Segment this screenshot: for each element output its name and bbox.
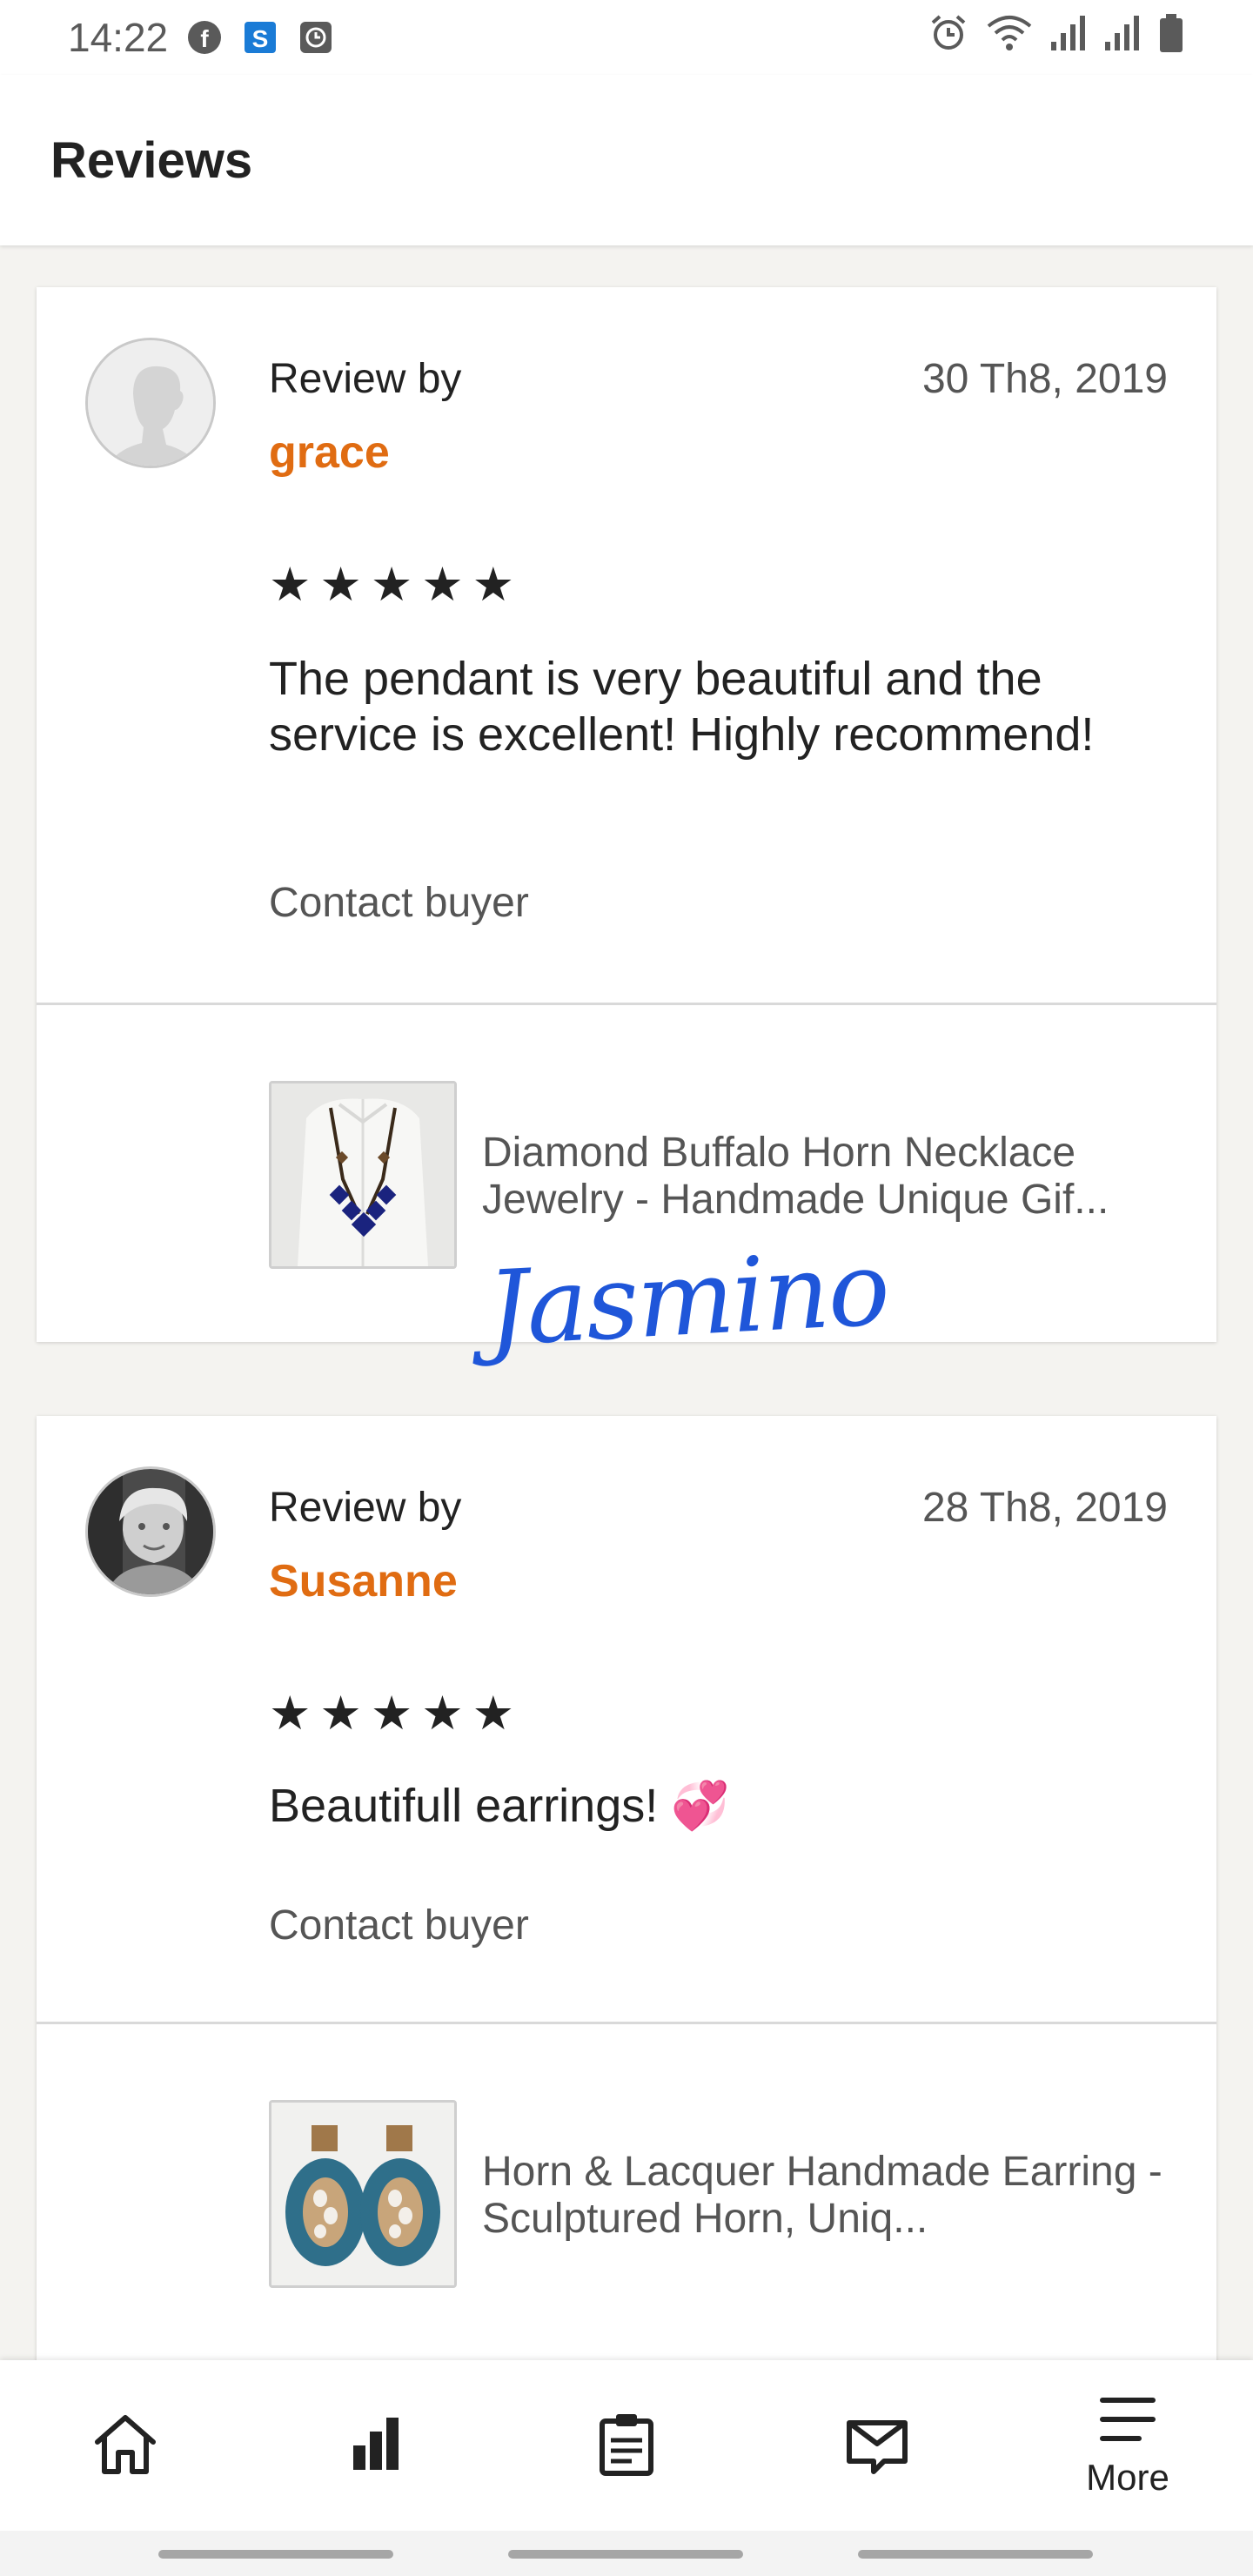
review-date: 30 Th8, 2019 [921,356,1168,402]
product-thumbnail[interactable] [269,1081,457,1269]
signal-icon [1049,12,1088,64]
review-card: Review by grace 30 Th8, 2019 ★★★★★ The p… [37,287,1216,1369]
reviewer-name[interactable]: Susanne [269,1555,458,1607]
star-rating: ★★★★★ [269,1687,524,1740]
star-rating: ★★★★★ [269,559,524,611]
bottom-navigation: More [0,2360,1253,2531]
stats-icon [341,2409,411,2483]
review-date: 28 Th8, 2019 [921,1485,1168,1531]
app-bar: Reviews [0,75,1253,245]
facebook-icon: f [187,20,222,55]
contact-buyer-link[interactable]: Contact buyer [269,1902,529,1949]
gesture-home[interactable] [508,2550,743,2559]
avatar[interactable] [85,338,216,468]
screen: 14:22 f S Reviews Review by grace 30 Th8… [0,0,1253,2576]
nav-messages[interactable] [773,2360,982,2531]
avatar[interactable] [85,1466,216,1597]
status-time: 14:22 [68,15,169,60]
svg-text:S: S [252,25,269,52]
orders-icon [592,2409,661,2483]
home-icon [90,2409,160,2483]
alarm-icon [928,12,969,64]
seller-signature: Jasmino [484,1227,891,1369]
nav-home[interactable] [21,2360,230,2531]
product-title[interactable]: Diamond Buffalo Horn Necklace Jewelry - … [482,1130,1169,1224]
gesture-bar [0,2531,1253,2576]
s-app-icon: S [243,20,278,55]
product-title[interactable]: Horn & Lacquer Handmade Earring - Sculpt… [482,2149,1169,2243]
messages-icon [842,2409,912,2483]
signal-icon [1103,12,1142,64]
review-card: Review by Susanne 28 Th8, 2019 ★★★★★ Bea… [37,1416,1216,2391]
nav-stats[interactable] [271,2360,480,2531]
divider [37,2022,1216,2024]
product-thumbnail[interactable] [269,2100,457,2288]
gesture-recent-apps[interactable] [158,2550,393,2559]
svg-text:f: f [200,25,209,52]
review-text: Beautifull earrings! 💞 [269,1780,730,1832]
nav-more-label: More [1086,2456,1169,2498]
clock-app-icon [298,20,333,55]
review-by-label: Review by [269,1485,462,1531]
review-text: The pendant is very beautiful and the se… [269,653,1095,761]
contact-buyer-link[interactable]: Contact buyer [269,879,529,927]
menu-icon [1097,2393,1158,2450]
review-by-label: Review by [269,356,462,402]
divider [37,1003,1216,1005]
nav-more[interactable]: More [1023,2360,1232,2531]
gesture-back[interactable] [858,2550,1093,2559]
status-bar: 14:22 f S [0,0,1253,75]
nav-orders[interactable] [522,2360,731,2531]
wifi-icon [985,12,1034,64]
page-title: Reviews [50,131,253,189]
reviewer-name[interactable]: grace [269,426,390,479]
battery-icon [1157,12,1185,64]
